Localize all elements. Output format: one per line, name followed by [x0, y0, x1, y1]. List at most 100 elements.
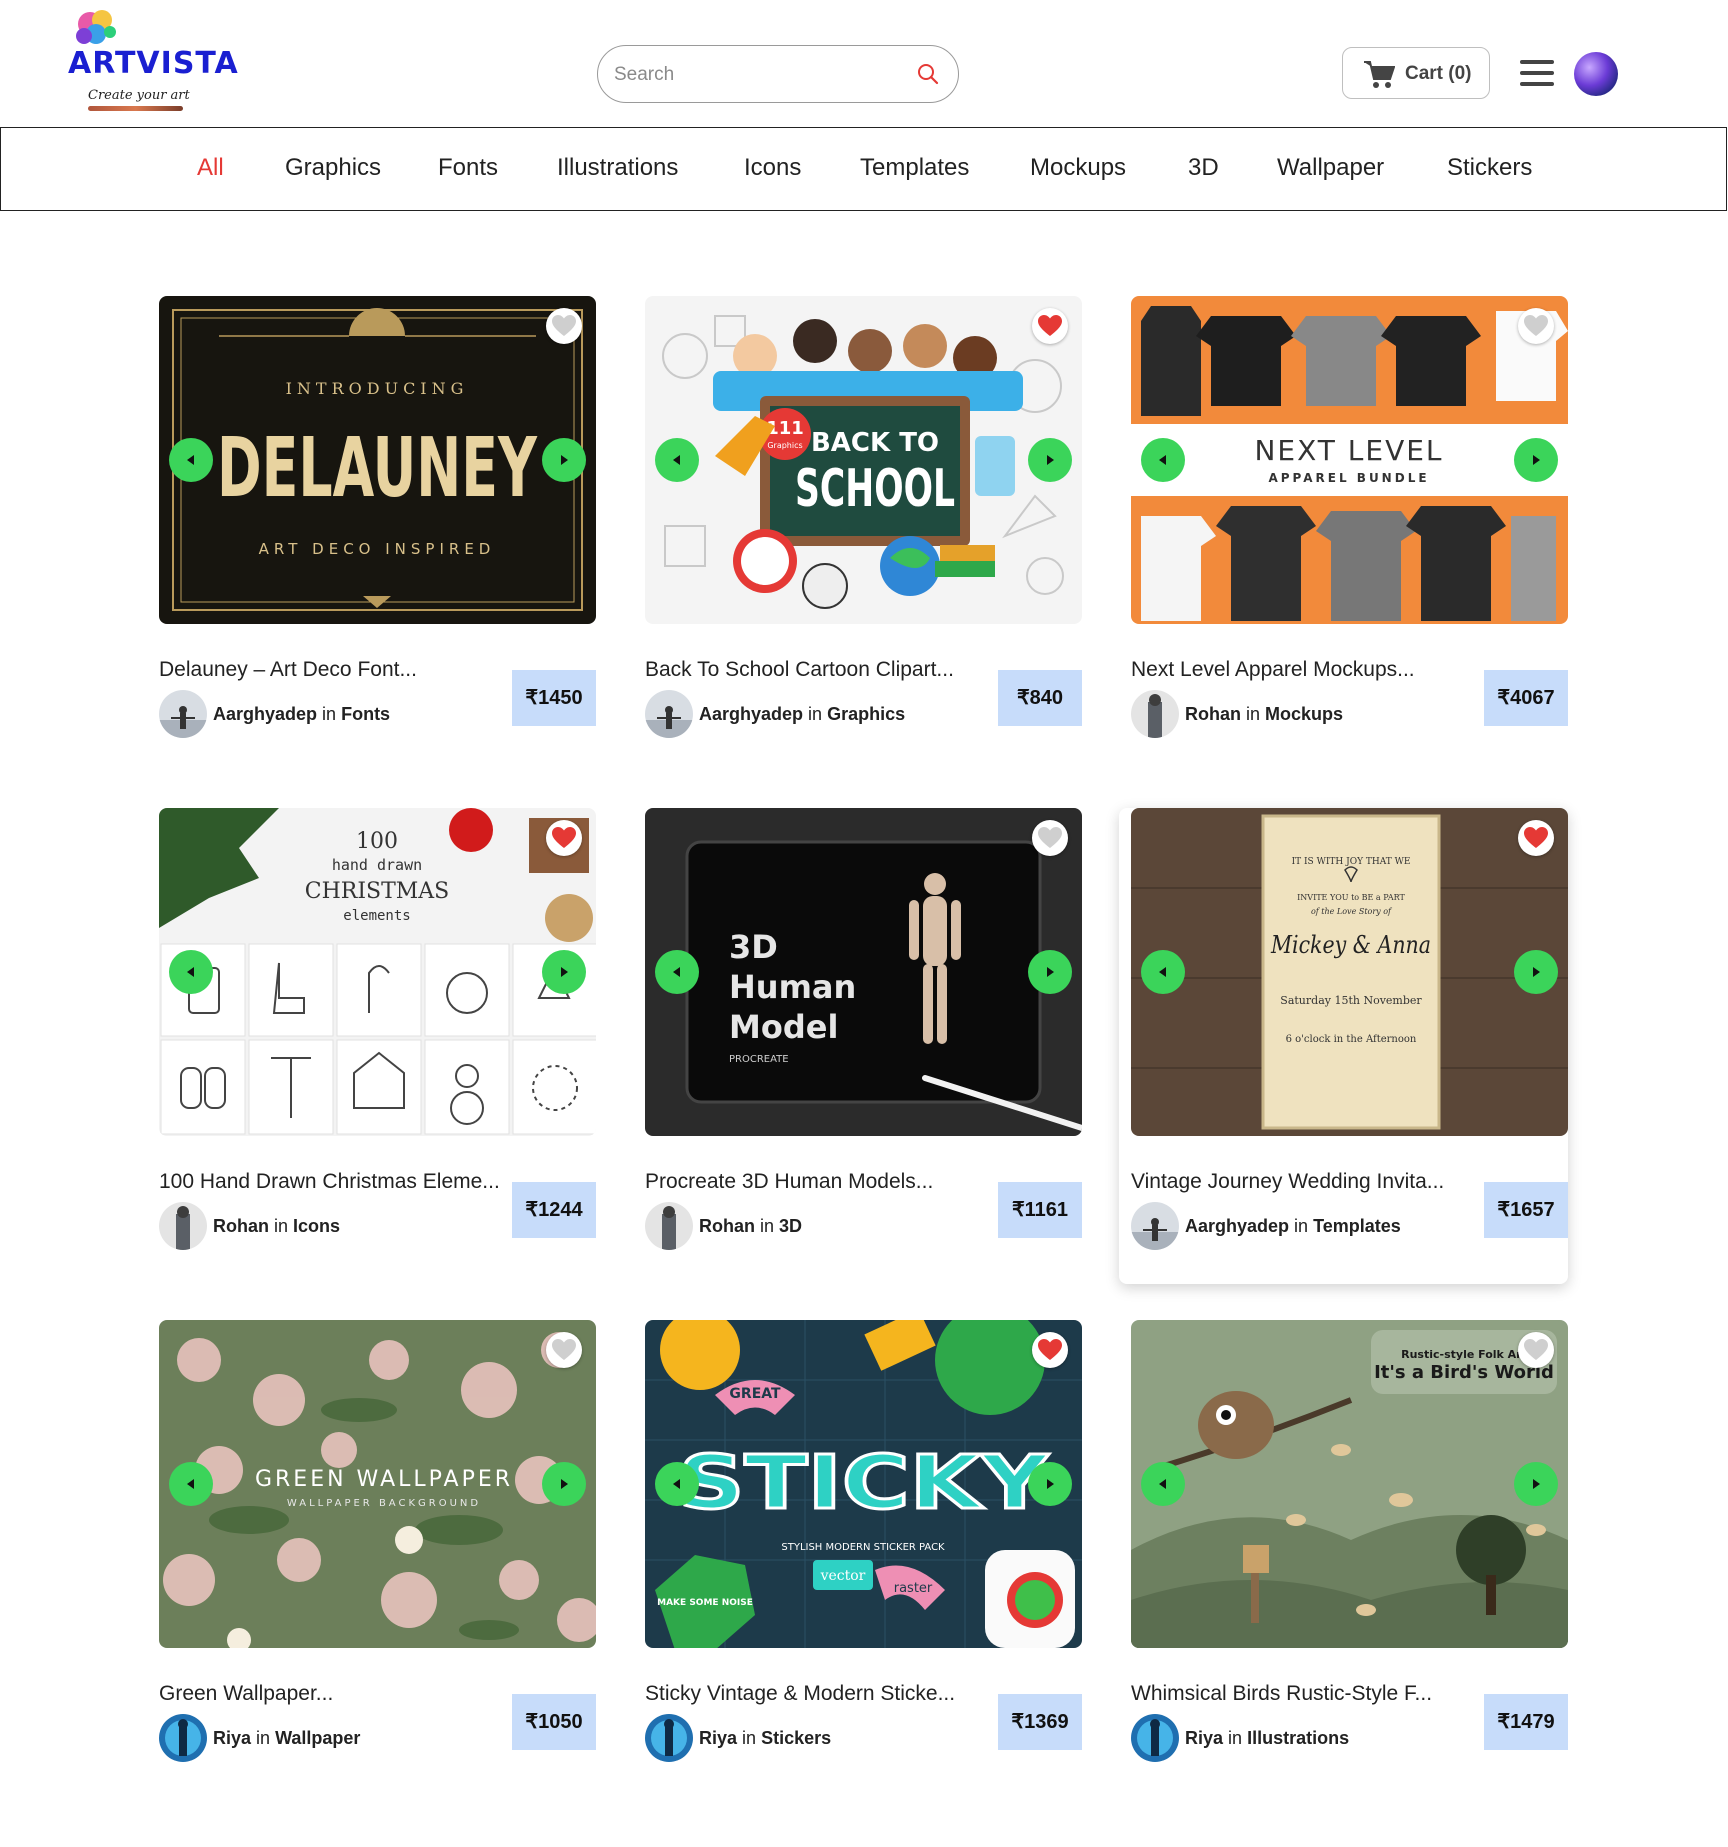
- favorite-heart-icon[interactable]: [1032, 820, 1068, 856]
- author-name[interactable]: Riya: [213, 1728, 251, 1748]
- product-card[interactable]: 100 hand drawn CHRISTMAS elements 100 Ha…: [159, 808, 596, 1250]
- carousel-next-button[interactable]: [1028, 1462, 1072, 1506]
- author-avatar[interactable]: [159, 1714, 207, 1762]
- price-tag[interactable]: ₹1450: [512, 670, 596, 726]
- author-avatar[interactable]: [159, 690, 207, 738]
- product-image[interactable]: 111 Graphics BACK TO SCHOOL: [645, 296, 1082, 624]
- favorite-heart-icon[interactable]: [1518, 308, 1554, 344]
- category-link[interactable]: Wallpaper: [275, 1728, 360, 1748]
- price-tag[interactable]: ₹1657: [1484, 1182, 1568, 1238]
- product-image[interactable]: GREAT STICKY STYLISH MODERN STICKER PACK…: [645, 1320, 1082, 1648]
- carousel-next-button[interactable]: [1514, 438, 1558, 482]
- nav-item-wallpaper[interactable]: Wallpaper: [1277, 154, 1384, 182]
- product-card[interactable]: INTRODUCING DELAUNEY ART DECO INSPIRED D…: [159, 296, 596, 738]
- nav-item-stickers[interactable]: Stickers: [1447, 154, 1532, 182]
- category-link[interactable]: Illustrations: [1247, 1728, 1349, 1748]
- favorite-heart-icon[interactable]: [1032, 1332, 1068, 1368]
- carousel-prev-button[interactable]: [1141, 950, 1185, 994]
- product-title[interactable]: Green Wallpaper...: [159, 1682, 333, 1706]
- price-tag[interactable]: ₹840: [998, 670, 1082, 726]
- nav-item-templates[interactable]: Templates: [860, 154, 969, 182]
- search-icon[interactable]: [916, 62, 940, 86]
- author-name[interactable]: Aarghyadep: [1185, 1216, 1289, 1236]
- author-name[interactable]: Rohan: [1185, 704, 1241, 724]
- carousel-prev-button[interactable]: [169, 438, 213, 482]
- carousel-prev-button[interactable]: [1141, 438, 1185, 482]
- favorite-heart-icon[interactable]: [546, 820, 582, 856]
- product-card[interactable]: 111 Graphics BACK TO SCHOOL Back To Scho…: [645, 296, 1082, 738]
- product-image[interactable]: INTRODUCING DELAUNEY ART DECO INSPIRED: [159, 296, 596, 624]
- product-card[interactable]: 3D Human Model PROCREATE Procreate 3D Hu…: [645, 808, 1082, 1250]
- product-image[interactable]: NEXT LEVEL APPAREL BUNDLE: [1131, 296, 1568, 624]
- carousel-next-button[interactable]: [542, 1462, 586, 1506]
- category-link[interactable]: Templates: [1313, 1216, 1401, 1236]
- category-link[interactable]: Mockups: [1265, 704, 1343, 724]
- favorite-heart-icon[interactable]: [1518, 1332, 1554, 1368]
- carousel-prev-button[interactable]: [655, 950, 699, 994]
- carousel-prev-button[interactable]: [169, 950, 213, 994]
- carousel-next-button[interactable]: [542, 950, 586, 994]
- product-image[interactable]: 3D Human Model PROCREATE: [645, 808, 1082, 1136]
- product-title[interactable]: Vintage Journey Wedding Invita...: [1131, 1170, 1444, 1194]
- carousel-prev-button[interactable]: [169, 1462, 213, 1506]
- nav-item-fonts[interactable]: Fonts: [438, 154, 498, 182]
- author-name[interactable]: Aarghyadep: [699, 704, 803, 724]
- search-input[interactable]: [612, 60, 896, 90]
- carousel-prev-button[interactable]: [655, 438, 699, 482]
- author-name[interactable]: Rohan: [699, 1216, 755, 1236]
- product-card[interactable]: NEXT LEVEL APPAREL BUNDLE Next Level App…: [1131, 296, 1568, 738]
- favorite-heart-icon[interactable]: [1032, 308, 1068, 344]
- product-image[interactable]: 100 hand drawn CHRISTMAS elements: [159, 808, 596, 1136]
- product-title[interactable]: Procreate 3D Human Models...: [645, 1170, 933, 1194]
- category-link[interactable]: Fonts: [341, 704, 390, 724]
- category-link[interactable]: Icons: [293, 1216, 340, 1236]
- author-avatar[interactable]: [645, 690, 693, 738]
- product-image[interactable]: GREEN WALLPAPER WALLPAPER BACKGROUND: [159, 1320, 596, 1648]
- product-image[interactable]: Rustic-style Folk Art It's a Bird's Worl…: [1131, 1320, 1568, 1648]
- brand-logo[interactable]: ARTVISTA Create your art: [68, 6, 238, 114]
- favorite-heart-icon[interactable]: [1518, 820, 1554, 856]
- nav-item-icons[interactable]: Icons: [744, 154, 801, 182]
- author-avatar[interactable]: [645, 1202, 693, 1250]
- carousel-next-button[interactable]: [1028, 438, 1072, 482]
- author-avatar[interactable]: [1131, 690, 1179, 738]
- favorite-heart-icon[interactable]: [546, 308, 582, 344]
- author-name[interactable]: Riya: [1185, 1728, 1223, 1748]
- cart-button[interactable]: Cart (0): [1342, 47, 1490, 99]
- author-name[interactable]: Riya: [699, 1728, 737, 1748]
- product-title[interactable]: Sticky Vintage & Modern Sticke...: [645, 1682, 955, 1706]
- price-tag[interactable]: ₹4067: [1484, 670, 1568, 726]
- product-title[interactable]: Next Level Apparel Mockups...: [1131, 658, 1415, 682]
- carousel-next-button[interactable]: [1028, 950, 1072, 994]
- category-link[interactable]: Graphics: [827, 704, 905, 724]
- nav-item-illustrations[interactable]: Illustrations: [557, 154, 678, 182]
- product-title[interactable]: 100 Hand Drawn Christmas Eleme...: [159, 1170, 500, 1194]
- product-title[interactable]: Back To School Cartoon Clipart...: [645, 658, 954, 682]
- author-avatar[interactable]: [645, 1714, 693, 1762]
- carousel-next-button[interactable]: [542, 438, 586, 482]
- price-tag[interactable]: ₹1161: [998, 1182, 1082, 1238]
- product-card[interactable]: GREAT STICKY STYLISH MODERN STICKER PACK…: [645, 1320, 1082, 1762]
- nav-item-all[interactable]: All: [197, 154, 224, 182]
- author-avatar[interactable]: [1131, 1202, 1179, 1250]
- hamburger-menu-icon[interactable]: [1520, 60, 1554, 86]
- price-tag[interactable]: ₹1479: [1484, 1694, 1568, 1750]
- author-avatar[interactable]: [159, 1202, 207, 1250]
- author-name[interactable]: Aarghyadep: [213, 704, 317, 724]
- carousel-prev-button[interactable]: [655, 1462, 699, 1506]
- price-tag[interactable]: ₹1369: [998, 1694, 1082, 1750]
- carousel-prev-button[interactable]: [1141, 1462, 1185, 1506]
- author-avatar[interactable]: [1131, 1714, 1179, 1762]
- product-title[interactable]: Delauney – Art Deco Font...: [159, 658, 417, 682]
- user-avatar[interactable]: [1574, 52, 1618, 96]
- nav-item-mockups[interactable]: Mockups: [1030, 154, 1126, 182]
- carousel-next-button[interactable]: [1514, 950, 1558, 994]
- nav-item-graphics[interactable]: Graphics: [285, 154, 381, 182]
- nav-item-3d[interactable]: 3D: [1188, 154, 1219, 182]
- price-tag[interactable]: ₹1050: [512, 1694, 596, 1750]
- product-card[interactable]: GREEN WALLPAPER WALLPAPER BACKGROUND Gre…: [159, 1320, 596, 1762]
- price-tag[interactable]: ₹1244: [512, 1182, 596, 1238]
- author-name[interactable]: Rohan: [213, 1216, 269, 1236]
- product-card[interactable]: Rustic-style Folk Art It's a Bird's Worl…: [1131, 1320, 1568, 1762]
- favorite-heart-icon[interactable]: [546, 1332, 582, 1368]
